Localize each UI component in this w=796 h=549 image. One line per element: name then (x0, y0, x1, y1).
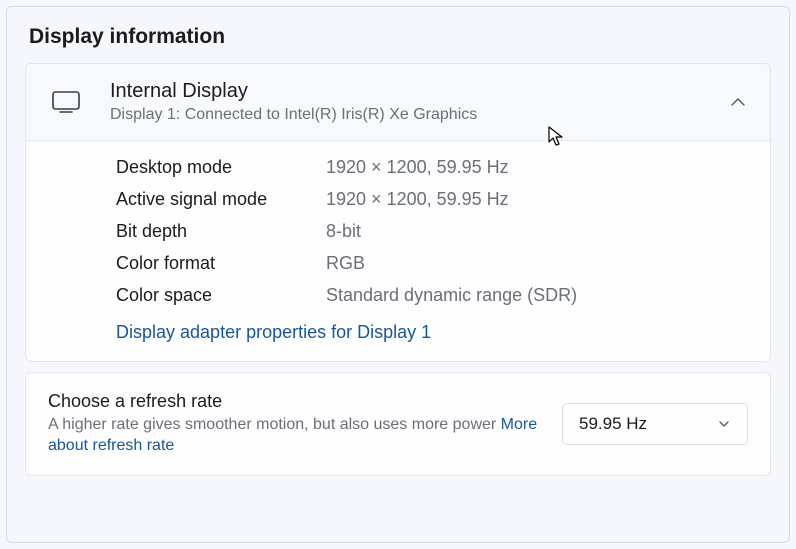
chevron-up-icon (728, 92, 748, 112)
row-label: Color space (116, 285, 326, 306)
row-label: Desktop mode (116, 157, 326, 178)
adapter-properties-link[interactable]: Display adapter properties for Display 1 (116, 322, 431, 342)
display-subtitle: Display 1: Connected to Intel(R) Iris(R)… (110, 104, 728, 126)
row-value: 1920 × 1200, 59.95 Hz (326, 157, 509, 178)
row-desktop-mode: Desktop mode 1920 × 1200, 59.95 Hz (116, 157, 748, 178)
row-value: 1920 × 1200, 59.95 Hz (326, 189, 509, 210)
row-label: Active signal mode (116, 189, 326, 210)
row-color-space: Color space Standard dynamic range (SDR) (116, 285, 748, 306)
display-information-panel: Display information Internal Display Dis… (6, 6, 790, 543)
display-header-text: Internal Display Display 1: Connected to… (110, 78, 728, 126)
refresh-rate-select[interactable]: 59.95 Hz (562, 403, 748, 445)
display-card: Internal Display Display 1: Connected to… (25, 63, 771, 362)
monitor-icon (52, 91, 80, 113)
row-active-signal-mode: Active signal mode 1920 × 1200, 59.95 Hz (116, 189, 748, 210)
section-title: Display information (29, 25, 771, 49)
row-color-format: Color format RGB (116, 253, 748, 274)
refresh-rate-subtitle: A higher rate gives smoother motion, but… (48, 414, 542, 457)
row-label: Color format (116, 253, 326, 274)
display-card-body: Desktop mode 1920 × 1200, 59.95 Hz Activ… (26, 141, 770, 361)
refresh-rate-card: Choose a refresh rate A higher rate give… (25, 372, 771, 476)
refresh-rate-value: 59.95 Hz (579, 414, 647, 434)
row-label: Bit depth (116, 221, 326, 242)
row-bit-depth: Bit depth 8-bit (116, 221, 748, 242)
refresh-rate-title: Choose a refresh rate (48, 391, 542, 412)
row-value: Standard dynamic range (SDR) (326, 285, 577, 306)
refresh-rate-text: Choose a refresh rate A higher rate give… (48, 391, 542, 457)
display-title: Internal Display (110, 78, 728, 104)
chevron-down-icon (717, 417, 731, 431)
row-value: 8-bit (326, 221, 361, 242)
display-card-header[interactable]: Internal Display Display 1: Connected to… (26, 64, 770, 141)
row-value: RGB (326, 253, 365, 274)
refresh-rate-sub-text: A higher rate gives smoother motion, but… (48, 416, 501, 433)
